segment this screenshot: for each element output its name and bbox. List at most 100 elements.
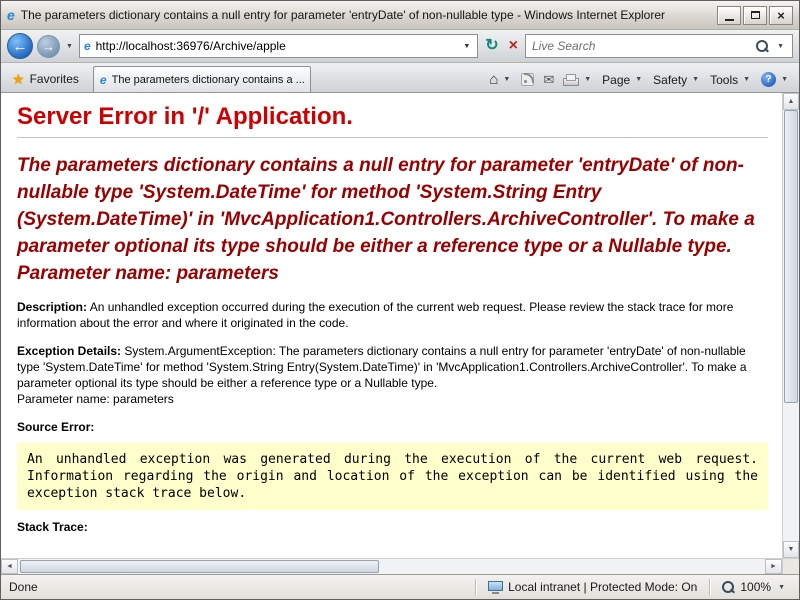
safety-dropdown-icon: ▼ bbox=[690, 76, 701, 83]
tab-bar: ★ Favorites e The parameters dictionary … bbox=[1, 63, 799, 93]
exception-paragraph: Exception Details: System.ArgumentExcept… bbox=[17, 343, 768, 407]
help-dropdown-icon: ▼ bbox=[779, 76, 790, 83]
maximize-button[interactable] bbox=[743, 6, 767, 25]
favorites-button[interactable]: ★ Favorites bbox=[6, 68, 87, 92]
maximize-icon bbox=[751, 11, 760, 19]
back-arrow-icon: ← bbox=[13, 38, 28, 55]
horizontal-scroll-thumb[interactable] bbox=[20, 560, 379, 573]
status-text: Done bbox=[9, 580, 467, 594]
scroll-down-icon: ▼ bbox=[788, 546, 795, 553]
forward-arrow-icon: → bbox=[42, 39, 55, 54]
search-dropdown-icon[interactable]: ▼ bbox=[775, 43, 786, 50]
close-button[interactable]: × bbox=[769, 6, 793, 25]
command-bar: ⌂ ▼ ✉ ▼ Page ▼ Safety ▼ Tools ▼ ? bbox=[489, 72, 794, 92]
horizontal-scroll-track[interactable] bbox=[18, 559, 765, 574]
address-bar[interactable]: e http://localhost:36976/Archive/apple ▼ bbox=[79, 34, 478, 58]
forward-button[interactable]: → bbox=[37, 35, 60, 58]
page-icon: e bbox=[84, 40, 91, 52]
zoom-control[interactable]: 100% ▼ bbox=[718, 580, 791, 594]
exception-details-text: System.ArgumentException: The parameters… bbox=[17, 344, 747, 390]
url-text: http://localhost:36976/Archive/apple bbox=[96, 39, 456, 53]
scroll-up-button[interactable]: ▲ bbox=[783, 93, 799, 110]
page-dropdown-icon: ▼ bbox=[633, 76, 644, 83]
horizontal-scrollbar[interactable]: ◄ ► bbox=[1, 559, 782, 574]
window-controls: × bbox=[717, 6, 793, 25]
source-error-label: Source Error: bbox=[17, 419, 768, 435]
zoom-dropdown-icon: ▼ bbox=[776, 584, 787, 591]
zoom-icon bbox=[722, 581, 735, 594]
print-dropdown-icon: ▼ bbox=[582, 76, 593, 83]
search-box[interactable]: Live Search ▼ bbox=[525, 34, 793, 58]
content-area: Server Error in '/' Application. The par… bbox=[1, 93, 799, 558]
description-label: Description: bbox=[17, 300, 87, 314]
tab-current[interactable]: e The parameters dictionary contains a .… bbox=[93, 66, 311, 92]
stop-icon: × bbox=[509, 38, 518, 54]
scroll-down-button[interactable]: ▼ bbox=[783, 541, 799, 558]
favorites-star-icon: ★ bbox=[12, 72, 25, 86]
scrollbar-corner bbox=[782, 559, 799, 574]
page-title: Server Error in '/' Application. bbox=[17, 103, 768, 131]
minimize-icon bbox=[725, 19, 734, 21]
recent-pages-dropdown[interactable]: ▼ bbox=[64, 43, 75, 50]
source-error-box: An unhandled exception was generated dur… bbox=[17, 443, 768, 510]
read-mail-button[interactable]: ✉ bbox=[543, 73, 554, 86]
tab-title: The parameters dictionary contains a ... bbox=[112, 74, 304, 86]
refresh-icon: ↻ bbox=[485, 38, 498, 54]
stop-button[interactable]: × bbox=[506, 34, 521, 58]
tools-menu[interactable]: Tools ▼ bbox=[710, 73, 752, 87]
minimize-button[interactable] bbox=[717, 6, 741, 25]
error-message-text: The parameters dictionary contains a nul… bbox=[17, 152, 768, 260]
print-button[interactable]: ▼ bbox=[563, 74, 593, 86]
description-text: An unhandled exception occurred during t… bbox=[17, 300, 733, 330]
description-paragraph: Description: An unhandled exception occu… bbox=[17, 299, 768, 331]
error-parameter-text: Parameter name: parameters bbox=[17, 260, 768, 287]
security-zone[interactable]: Local intranet | Protected Mode: On bbox=[484, 580, 701, 594]
browser-window: e The parameters dictionary contains a n… bbox=[0, 0, 800, 600]
exception-parameter-text: Parameter name: parameters bbox=[17, 391, 768, 407]
scroll-left-icon: ◄ bbox=[6, 563, 13, 570]
mail-icon: ✉ bbox=[543, 73, 554, 86]
status-bar: Done Local intranet | Protected Mode: On… bbox=[1, 574, 799, 599]
stack-trace-label: Stack Trace: bbox=[17, 520, 768, 534]
page-menu-label: Page bbox=[602, 73, 630, 87]
help-icon: ? bbox=[761, 72, 776, 87]
vertical-scroll-track[interactable] bbox=[783, 110, 799, 541]
ie-logo-icon: e bbox=[7, 8, 15, 22]
tab-favicon-icon: e bbox=[100, 74, 107, 86]
refresh-button[interactable]: ↻ bbox=[482, 34, 501, 58]
exception-details-label: Exception Details: bbox=[17, 344, 121, 358]
statusbar-separator bbox=[475, 579, 476, 595]
page-menu[interactable]: Page ▼ bbox=[602, 73, 644, 87]
home-button[interactable]: ⌂ ▼ bbox=[489, 72, 512, 87]
vertical-scrollbar[interactable]: ▲ ▼ bbox=[782, 93, 799, 558]
help-menu[interactable]: ? ▼ bbox=[761, 72, 790, 87]
address-dropdown-icon[interactable]: ▼ bbox=[460, 43, 473, 50]
close-icon: × bbox=[777, 9, 785, 22]
search-placeholder: Live Search bbox=[532, 39, 750, 53]
scroll-up-icon: ▲ bbox=[788, 98, 795, 105]
scroll-right-button[interactable]: ► bbox=[765, 559, 782, 574]
printer-icon bbox=[563, 74, 579, 86]
statusbar-separator bbox=[709, 579, 710, 595]
search-icon[interactable] bbox=[756, 40, 769, 53]
zone-text: Local intranet | Protected Mode: On bbox=[508, 580, 697, 594]
divider bbox=[17, 137, 768, 138]
scroll-right-icon: ► bbox=[770, 563, 777, 570]
vertical-scroll-thumb[interactable] bbox=[784, 110, 798, 403]
favorites-label: Favorites bbox=[30, 72, 79, 86]
tools-dropdown-icon: ▼ bbox=[741, 76, 752, 83]
back-button[interactable]: ← bbox=[7, 33, 33, 59]
scroll-left-button[interactable]: ◄ bbox=[1, 559, 18, 574]
feed-icon bbox=[521, 73, 534, 86]
feeds-button[interactable] bbox=[521, 73, 534, 86]
home-icon: ⌂ bbox=[489, 72, 498, 87]
window-title: The parameters dictionary contains a nul… bbox=[21, 8, 711, 22]
titlebar[interactable]: e The parameters dictionary contains a n… bbox=[1, 1, 799, 30]
error-message: The parameters dictionary contains a nul… bbox=[17, 152, 768, 287]
zoom-level: 100% bbox=[740, 580, 771, 594]
navigation-bar: ← → ▼ e http://localhost:36976/Archive/a… bbox=[1, 30, 799, 63]
tools-menu-label: Tools bbox=[710, 73, 738, 87]
safety-menu-label: Safety bbox=[653, 73, 687, 87]
safety-menu[interactable]: Safety ▼ bbox=[653, 73, 701, 87]
error-page: Server Error in '/' Application. The par… bbox=[1, 93, 782, 558]
